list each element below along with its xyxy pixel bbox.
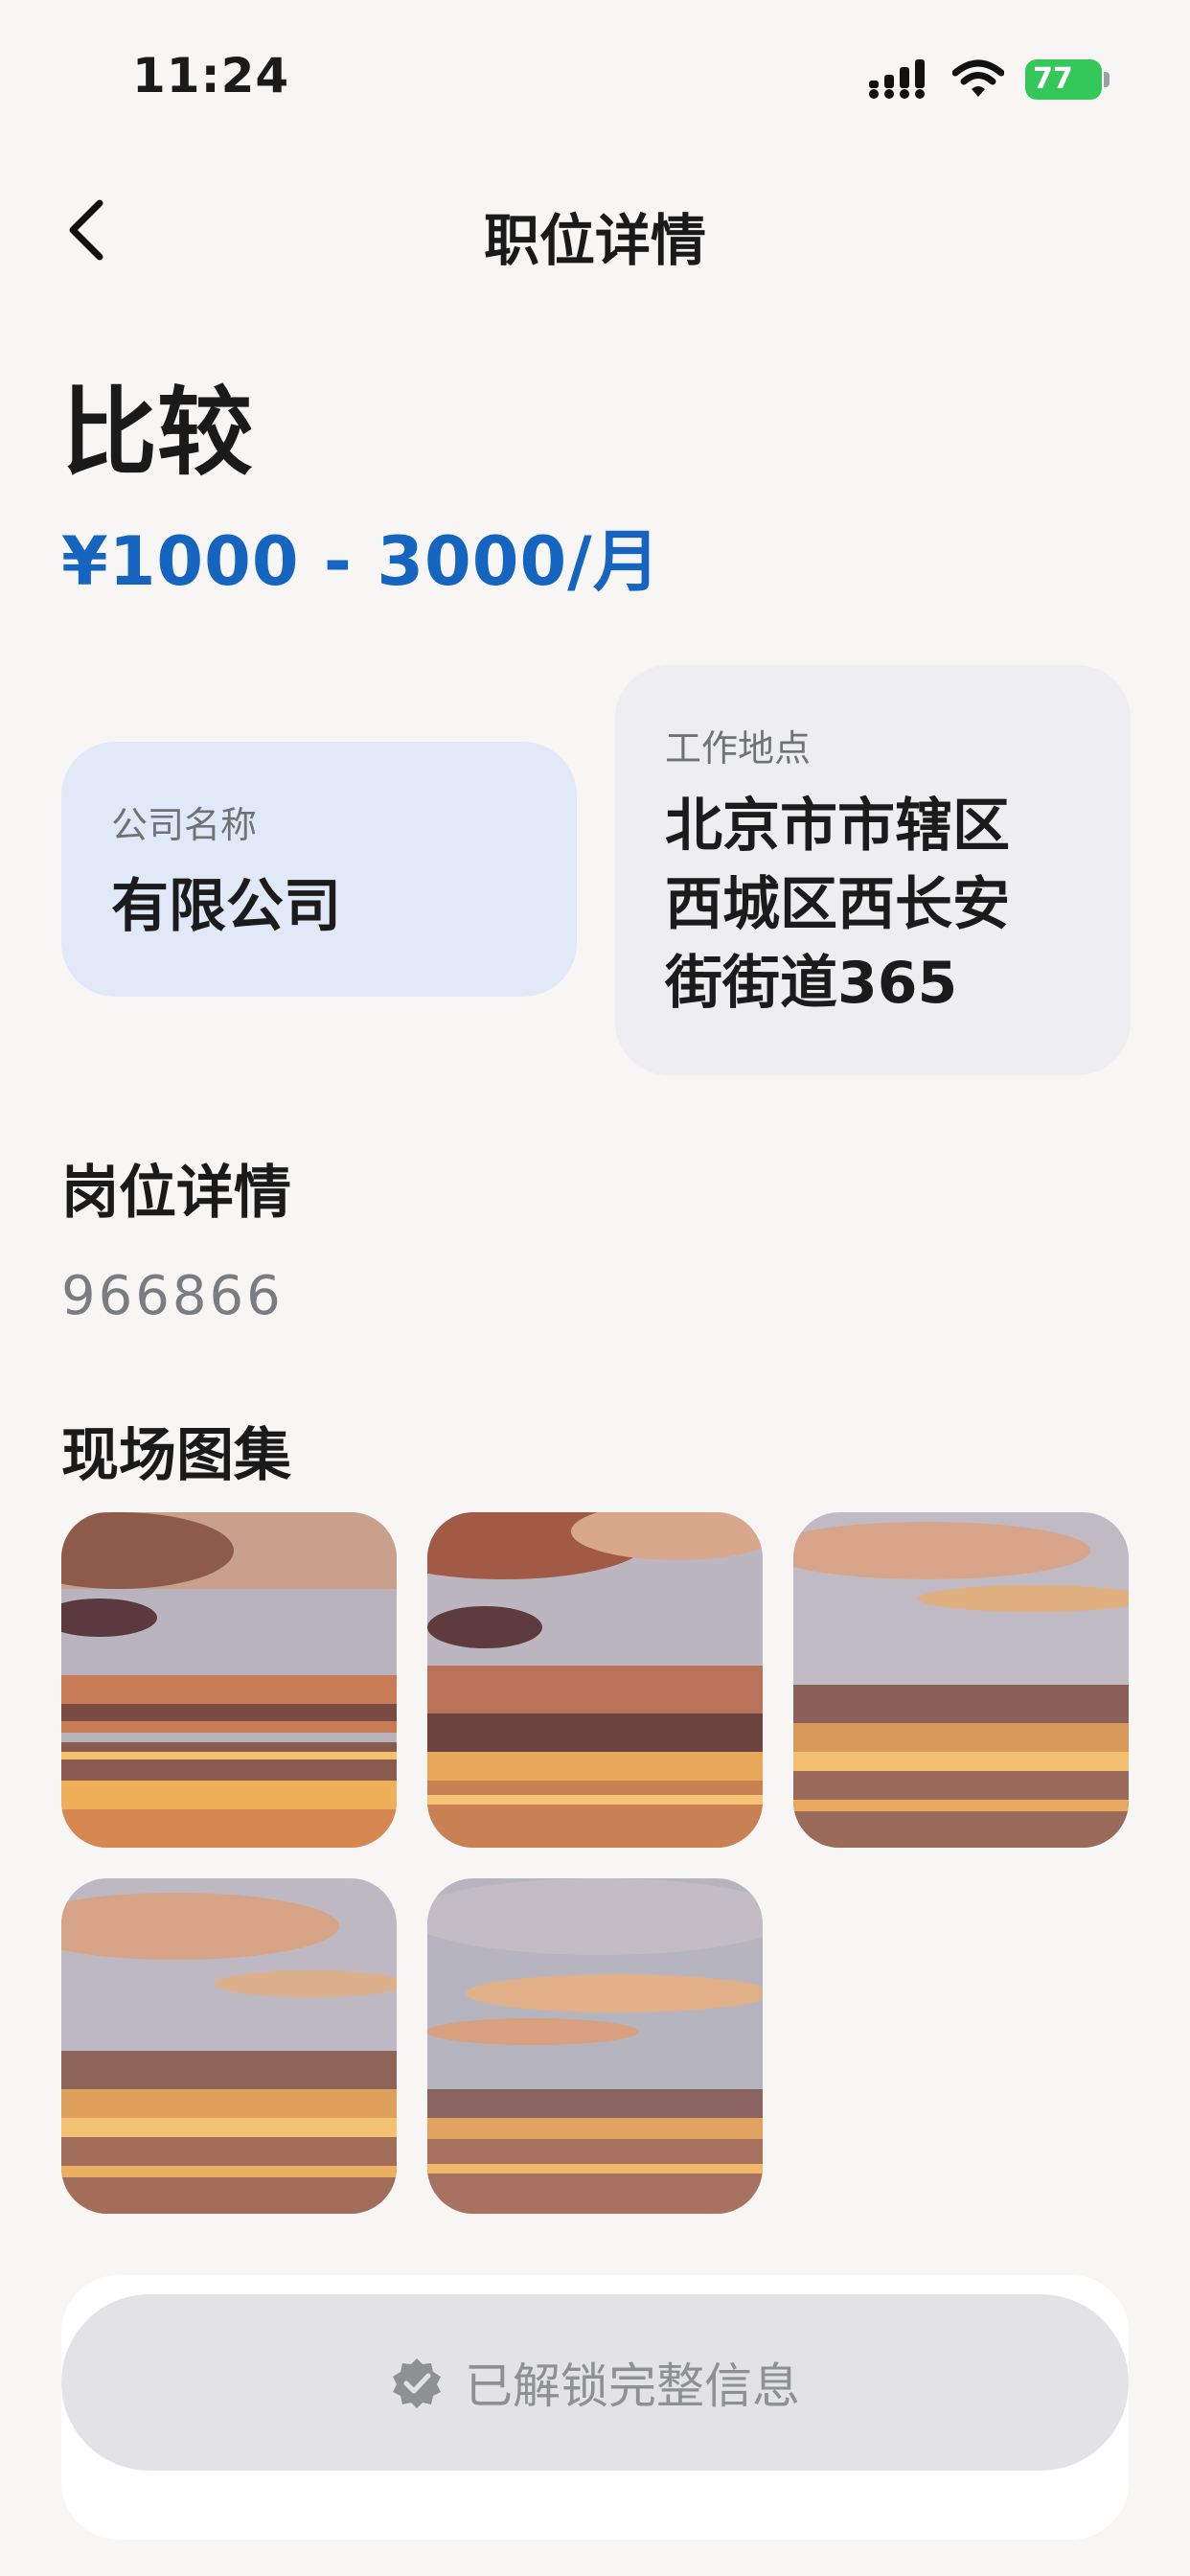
page-title: 职位详情	[483, 208, 706, 273]
address-line: 西城区西长安	[665, 871, 1010, 938]
location-address: 北京市市辖区 西城区西长安 街街道365	[665, 787, 1131, 1023]
company-card: 公司名称 有限公司	[61, 742, 577, 997]
gallery-photo[interactable]	[61, 1512, 397, 1848]
salary-range: ¥1000 - 3000/月	[61, 522, 661, 601]
verified-badge-icon	[393, 2358, 441, 2408]
company-name: 有限公司	[111, 873, 341, 940]
job-detail-text: 966866	[61, 1265, 284, 1327]
battery-icon: 77	[1025, 58, 1110, 102]
location-label: 工作地点	[665, 727, 812, 770]
gallery-heading: 现场图集	[61, 1422, 291, 1489]
location-card[interactable]: 工作地点 北京市市辖区 西城区西长安 街街道365	[615, 665, 1131, 1075]
unlocked-info-label: 已解锁完整信息	[465, 2358, 800, 2414]
company-label: 公司名称	[111, 804, 258, 846]
gallery-photo[interactable]	[793, 1512, 1129, 1848]
job-detail-heading: 岗位详情	[61, 1160, 291, 1227]
status-time: 11:24	[132, 48, 290, 104]
job-title: 比较	[61, 377, 253, 489]
address-line: 街街道365	[665, 950, 958, 1017]
wifi-icon	[952, 59, 1004, 97]
gallery-photo[interactable]	[61, 1878, 397, 2214]
unlocked-info-button[interactable]: 已解锁完整信息	[61, 2294, 1129, 2471]
address-line: 北京市市辖区	[665, 793, 1010, 860]
battery-level: 77	[1025, 59, 1102, 100]
gallery-photo[interactable]	[427, 1878, 763, 2214]
gallery-photo[interactable]	[427, 1512, 763, 1848]
signal-icon	[869, 59, 925, 99]
